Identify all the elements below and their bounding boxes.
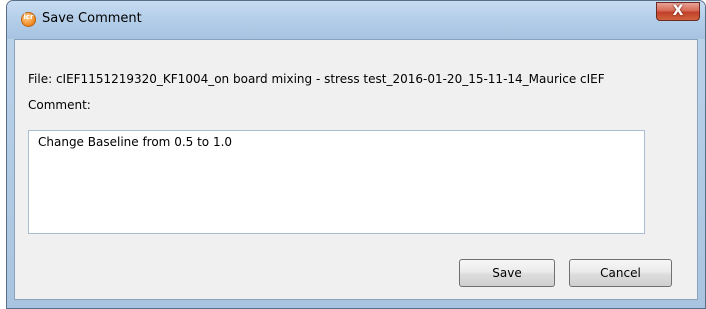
app-icon-text: icr xyxy=(23,13,34,21)
window-title: Save Comment xyxy=(42,11,142,26)
comment-label: Comment: xyxy=(28,98,91,112)
close-button[interactable]: X xyxy=(656,2,700,21)
file-name-label: File: cIEF1151219320_KF1004_on board mix… xyxy=(28,72,605,86)
dialog-body: File: cIEF1151219320_KF1004_on board mix… xyxy=(14,39,698,300)
close-icon[interactable]: X xyxy=(657,3,699,19)
app-icon: icr xyxy=(21,12,36,27)
save-button[interactable]: Save xyxy=(459,259,555,287)
cancel-button[interactable]: Cancel xyxy=(569,259,672,287)
comment-input[interactable]: Change Baseline from 0.5 to 1.0 xyxy=(28,130,645,234)
save-comment-dialog: icr Save Comment X File: cIEF1151219320_… xyxy=(6,0,706,309)
title-bar[interactable]: icr Save Comment X xyxy=(7,1,705,39)
